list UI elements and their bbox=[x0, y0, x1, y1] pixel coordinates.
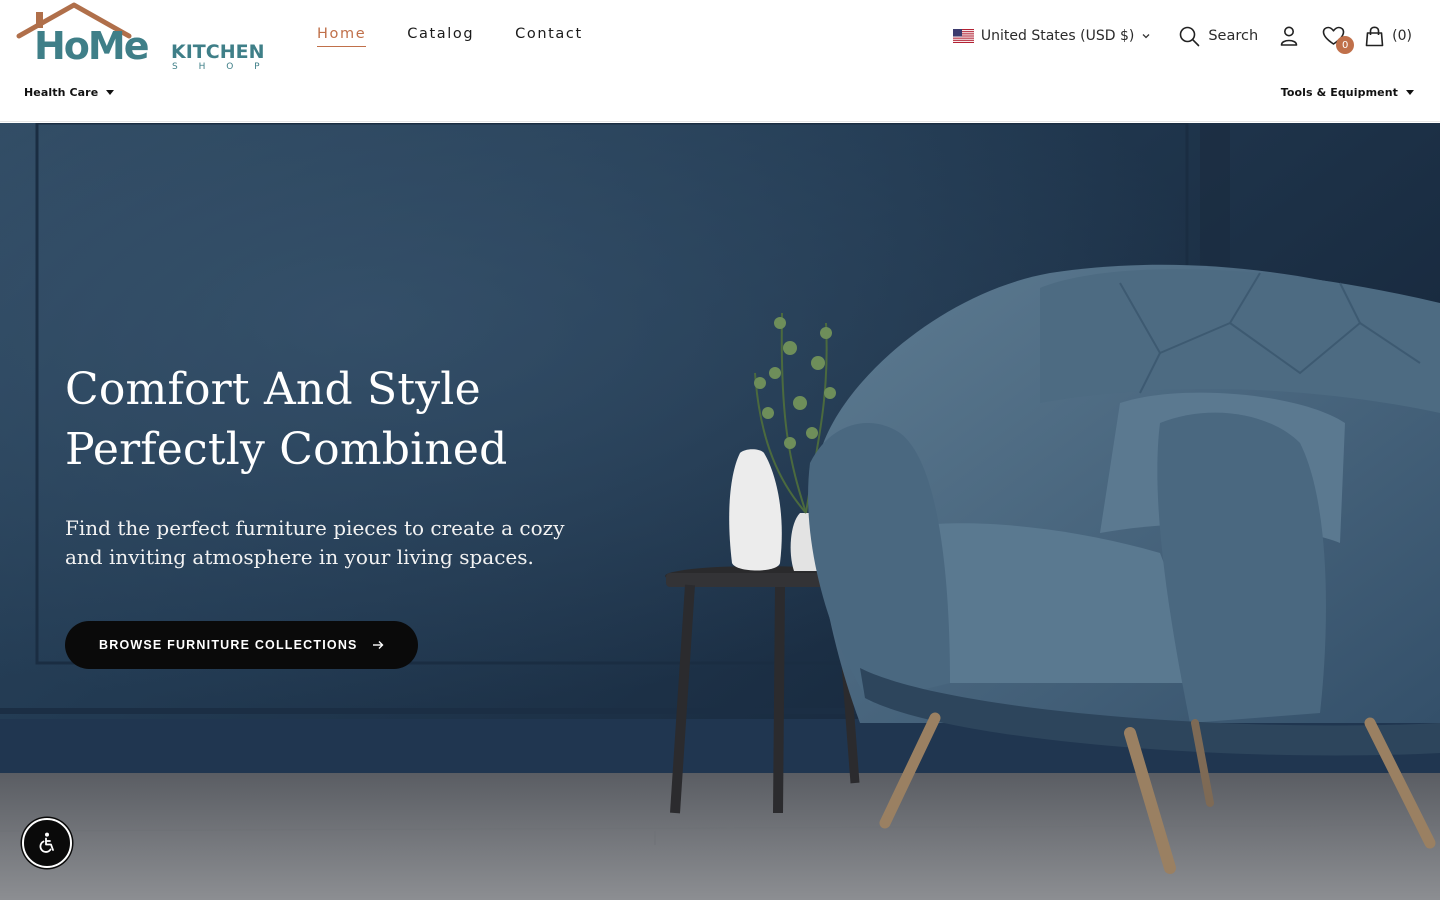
user-icon bbox=[1280, 26, 1298, 46]
hero-title-line-2: Perfectly Combined bbox=[65, 424, 508, 475]
chevron-down-icon bbox=[1142, 34, 1150, 39]
search-label: Search bbox=[1208, 28, 1259, 44]
hero-image bbox=[0, 123, 1440, 900]
us-flag-icon bbox=[952, 29, 974, 43]
category-menu: Health Care Tools & Equipment bbox=[0, 86, 1440, 108]
menu-tools-equipment[interactable]: Tools & Equipment bbox=[1281, 86, 1414, 99]
wishlist-button[interactable]: 0 bbox=[1322, 26, 1355, 54]
header-utilities: United States (USD $) Search 0 (0) bbox=[952, 22, 1412, 54]
search-icon bbox=[1180, 26, 1200, 46]
hero-title-line-1: Comfort And Style bbox=[65, 364, 481, 415]
wishlist-count-badge: 0 bbox=[1336, 36, 1355, 54]
main-nav: Home Catalog Contact bbox=[317, 26, 583, 47]
browse-collections-label: BROWSE FURNITURE COLLECTIONS bbox=[99, 638, 358, 652]
currency-selector[interactable]: United States (USD $) bbox=[952, 28, 1151, 44]
browse-collections-button[interactable]: BROWSE FURNITURE COLLECTIONS bbox=[65, 621, 418, 669]
shopping-bag-icon bbox=[1365, 25, 1384, 46]
caret-down-icon bbox=[1406, 90, 1414, 95]
menu-health-care-label: Health Care bbox=[24, 86, 99, 99]
hero-title: Comfort And Style Perfectly Combined bbox=[65, 360, 508, 480]
logo[interactable]: HoMe KITCHEN S H O P bbox=[16, 2, 266, 72]
hero-subtitle: Find the perfect furniture pieces to cre… bbox=[65, 516, 565, 569]
nav-contact-link[interactable]: Contact bbox=[515, 26, 583, 47]
currency-label: United States (USD $) bbox=[980, 28, 1135, 44]
logo-shop-text: S H O P bbox=[172, 62, 266, 72]
accessibility-button[interactable] bbox=[22, 818, 72, 868]
search-button[interactable]: Search bbox=[1179, 26, 1258, 47]
menu-tools-equipment-label: Tools & Equipment bbox=[1280, 86, 1398, 99]
arrow-right-icon bbox=[372, 641, 384, 649]
menu-health-care[interactable]: Health Care bbox=[24, 86, 115, 99]
nav-home-link[interactable]: Home bbox=[317, 26, 367, 47]
cart-button[interactable]: (0) bbox=[1365, 25, 1412, 47]
accessibility-icon bbox=[39, 832, 54, 853]
site-header: HoMe KITCHEN S H O P Home Catalog Contac… bbox=[0, 0, 1440, 122]
hero-banner: Comfort And Style Perfectly Combined Fin… bbox=[0, 123, 1440, 900]
cart-count: (0) bbox=[1392, 28, 1412, 44]
caret-down-icon bbox=[106, 90, 115, 95]
nav-catalog-link[interactable]: Catalog bbox=[407, 26, 474, 47]
account-button[interactable] bbox=[1280, 26, 1298, 46]
logo-home-text: HoMe bbox=[34, 24, 148, 68]
logo-kitchen-text: KITCHEN bbox=[171, 41, 264, 63]
